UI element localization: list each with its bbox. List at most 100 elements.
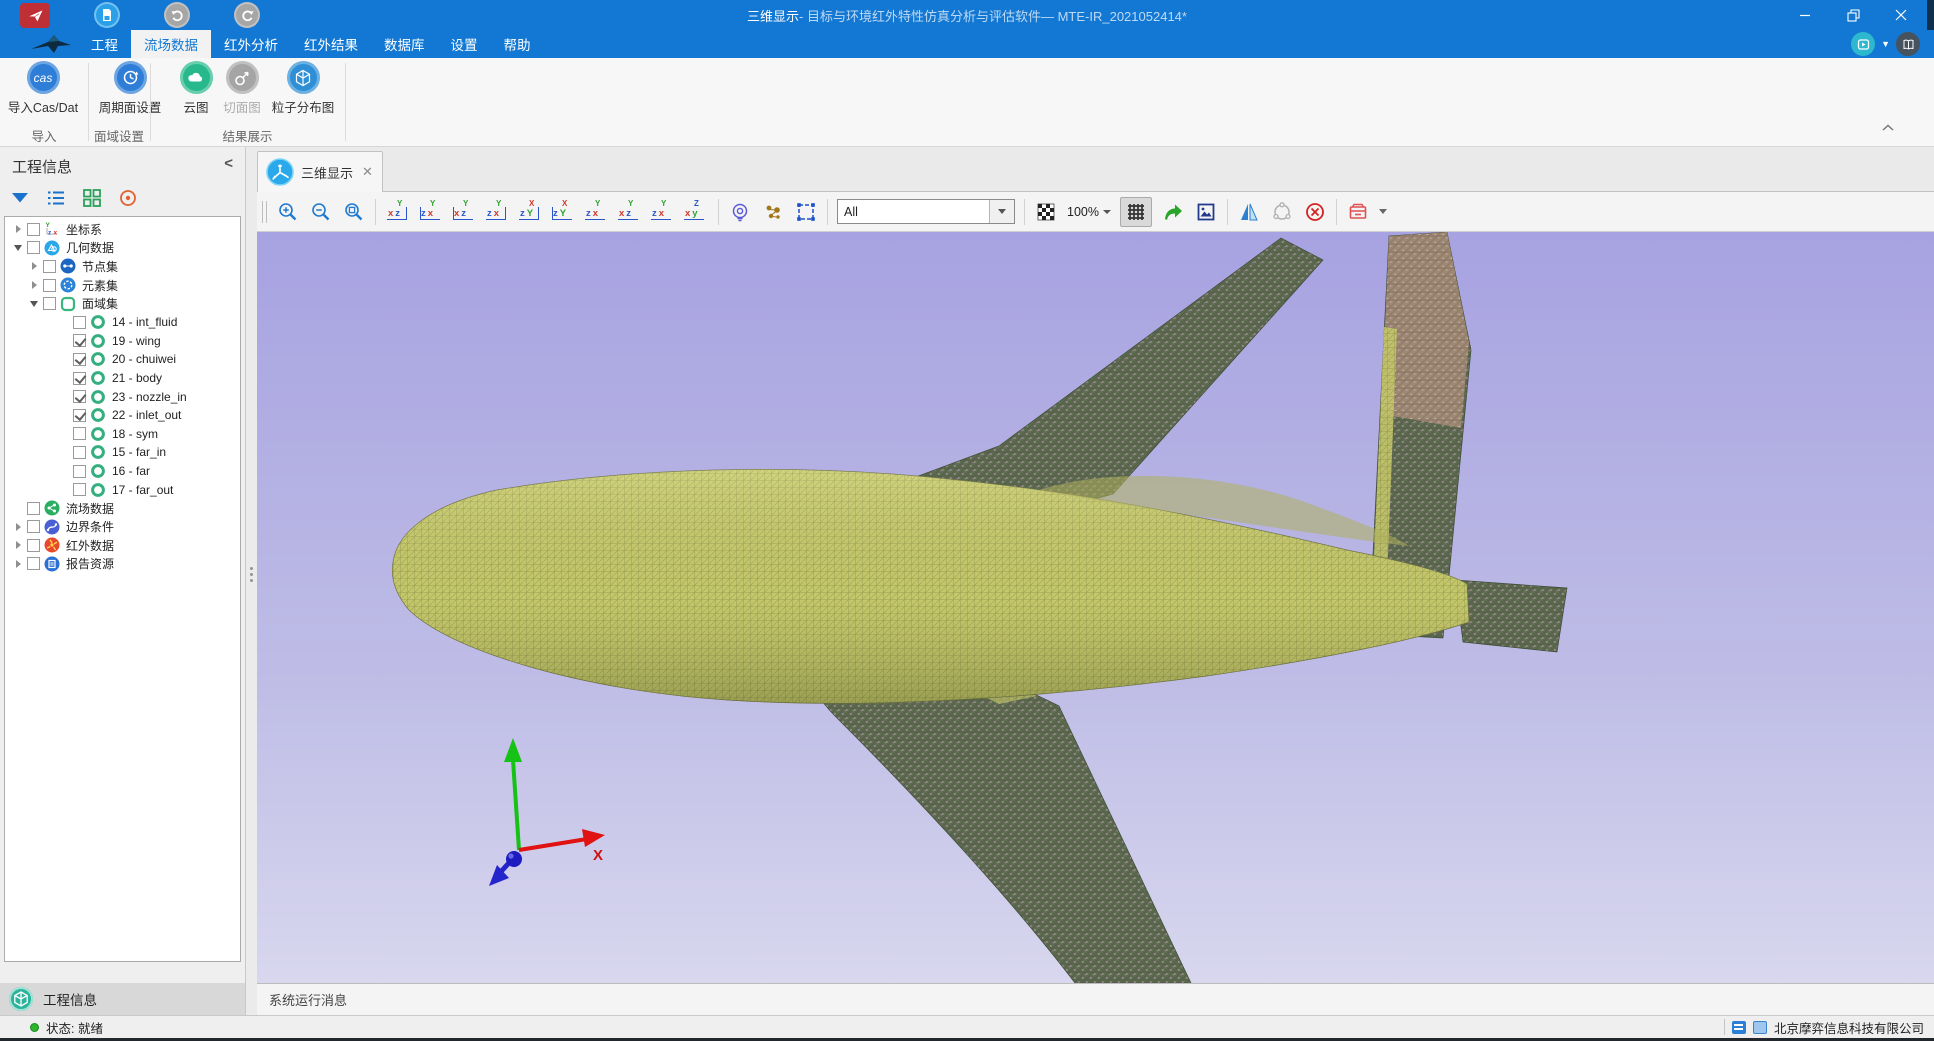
layout-icon[interactable]: [1732, 1021, 1746, 1034]
checkbox[interactable]: [43, 260, 56, 273]
tab-3d-view[interactable]: 三维显示 ✕: [257, 151, 383, 192]
tree-item[interactable]: 14 - int_fluid: [5, 313, 240, 332]
checkbox[interactable]: [73, 409, 86, 422]
view-orientation-2-icon[interactable]: Yzx: [418, 200, 445, 224]
tree-item[interactable]: Yzx坐标系: [5, 220, 240, 239]
view-orientation-1-icon[interactable]: Yxz: [385, 200, 412, 224]
panel-splitter[interactable]: [245, 147, 257, 1015]
zoom-out-icon[interactable]: [309, 200, 333, 224]
filter-icon[interactable]: [8, 186, 32, 210]
menu-item-1[interactable]: 流场数据: [131, 30, 211, 58]
tree-item[interactable]: 23 - nozzle_in: [5, 387, 240, 406]
checkbox[interactable]: [27, 502, 40, 515]
menu-item-0[interactable]: 工程: [78, 30, 131, 58]
tree-item[interactable]: 18 - sym: [5, 425, 240, 444]
zoom-level-dropdown[interactable]: 100%: [1067, 205, 1111, 219]
tree-item[interactable]: 22 - inlet_out: [5, 406, 240, 425]
expander-closed-icon[interactable]: [11, 557, 25, 571]
checkbox[interactable]: [43, 279, 56, 292]
window-layout-icon[interactable]: [1753, 1021, 1767, 1034]
particles-display-icon[interactable]: [761, 200, 785, 224]
help-book-icon[interactable]: [1896, 32, 1920, 56]
toolbar-drag-handle[interactable]: [262, 201, 267, 223]
combobox-dropdown-button[interactable]: [989, 200, 1014, 223]
checkbox[interactable]: [73, 427, 86, 440]
checkbox[interactable]: [27, 557, 40, 570]
menu-item-3[interactable]: 红外结果: [291, 30, 371, 58]
checkbox[interactable]: [73, 334, 86, 347]
checkbox[interactable]: [73, 465, 86, 478]
tree-item[interactable]: 20 - chuiwei: [5, 350, 240, 369]
view-orientation-3-icon[interactable]: Yxz: [451, 200, 478, 224]
tree-item[interactable]: 红外数据: [5, 536, 240, 555]
undo-button[interactable]: [164, 2, 190, 28]
tree-item[interactable]: 元素集: [5, 276, 240, 295]
tab-close-icon[interactable]: ✕: [362, 164, 373, 180]
panel-bottom-bar[interactable]: 工程信息: [0, 983, 245, 1015]
tree-item[interactable]: 15 - far_in: [5, 443, 240, 462]
more-tools-caret-icon[interactable]: [1379, 209, 1387, 214]
checkbox[interactable]: [73, 390, 86, 403]
checkbox[interactable]: [27, 223, 40, 236]
splitter-handle[interactable]: [250, 567, 253, 585]
save-button[interactable]: [94, 2, 120, 28]
locate-target-icon[interactable]: [116, 186, 140, 210]
restore-button[interactable]: [1840, 2, 1866, 28]
outline-list-icon[interactable]: [44, 186, 68, 210]
tree-item[interactable]: 17 - far_out: [5, 480, 240, 499]
minimize-button[interactable]: [1792, 2, 1818, 28]
annotation-box-icon[interactable]: [1346, 200, 1370, 224]
view-orientation-7-icon[interactable]: Yzx: [583, 200, 610, 224]
expander-closed-icon[interactable]: [11, 538, 25, 552]
zoom-in-icon[interactable]: [276, 200, 300, 224]
grid-view-icon[interactable]: [80, 186, 104, 210]
menu-item-2[interactable]: 红外分析: [211, 30, 291, 58]
checkbox[interactable]: [73, 316, 86, 329]
mirror-icon[interactable]: [1237, 200, 1261, 224]
redo-button[interactable]: [234, 2, 260, 28]
tree-item[interactable]: 19 - wing: [5, 332, 240, 351]
menu-item-6[interactable]: 帮助: [491, 30, 544, 58]
select-box-icon[interactable]: [794, 200, 818, 224]
tree-item[interactable]: 报告资源: [5, 555, 240, 574]
tree-item[interactable]: 节点集: [5, 257, 240, 276]
view-orientation-6-icon[interactable]: XzY: [550, 200, 577, 224]
tree-item[interactable]: 流场数据: [5, 499, 240, 518]
tree-item[interactable]: 21 - body: [5, 369, 240, 388]
import-cas-dat-button[interactable]: cas 导入Cas/Dat: [0, 61, 86, 116]
dropdown-caret-icon[interactable]: ▼: [1881, 39, 1890, 49]
display-filter-combobox[interactable]: All: [837, 199, 1015, 224]
checkbox[interactable]: [73, 372, 86, 385]
share-arrow-icon[interactable]: [1161, 200, 1185, 224]
view-orientation-5-icon[interactable]: XzY: [517, 200, 544, 224]
tree-item[interactable]: 边界条件: [5, 518, 240, 537]
expander-closed-icon[interactable]: [27, 278, 41, 292]
view-orientation-9-icon[interactable]: Yzx: [649, 200, 676, 224]
checkbox[interactable]: [27, 539, 40, 552]
particle-distribution-button[interactable]: 粒子分布图: [260, 61, 346, 116]
mesh-toggle-button[interactable]: [1120, 197, 1152, 227]
checkbox[interactable]: [27, 520, 40, 533]
expander-closed-icon[interactable]: [11, 222, 25, 236]
expander-closed-icon[interactable]: [27, 259, 41, 273]
viewport-3d[interactable]: X: [257, 232, 1934, 983]
zoom-fit-icon[interactable]: [342, 200, 366, 224]
app-icon[interactable]: [20, 3, 50, 28]
ribbon-collapse-chevron-icon[interactable]: [1882, 124, 1894, 132]
menu-item-4[interactable]: 数据库: [371, 30, 438, 58]
close-button[interactable]: [1888, 2, 1914, 28]
view-orientation-8-icon[interactable]: Yxz: [616, 200, 643, 224]
expander-closed-icon[interactable]: [11, 520, 25, 534]
style-switch-icon[interactable]: [1851, 32, 1875, 56]
panel-collapse-button[interactable]: <: [224, 155, 233, 172]
expander-open-icon[interactable]: [11, 241, 25, 255]
tree-item[interactable]: 几何数据: [5, 239, 240, 258]
menu-item-5[interactable]: 设置: [438, 30, 491, 58]
view-orientation-4-icon[interactable]: Yzx: [484, 200, 511, 224]
expander-open-icon[interactable]: [27, 297, 41, 311]
checkbox[interactable]: [73, 446, 86, 459]
checkbox[interactable]: [27, 241, 40, 254]
checkbox[interactable]: [73, 483, 86, 496]
tree-item[interactable]: 面域集: [5, 294, 240, 313]
export-image-icon[interactable]: [1194, 200, 1218, 224]
